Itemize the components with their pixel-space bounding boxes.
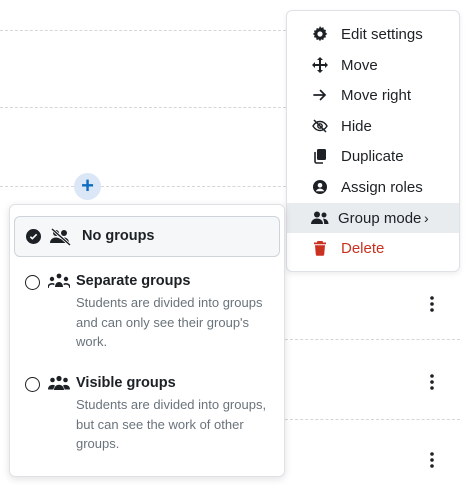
section-divider	[0, 107, 286, 108]
option-title: Visible groups	[76, 375, 176, 391]
add-activity-button[interactable]: +	[74, 173, 101, 200]
menu-item-label: Delete	[341, 239, 385, 257]
menu-item-label: Edit settings	[341, 25, 423, 43]
section-divider	[0, 30, 286, 31]
section-divider	[285, 339, 460, 340]
trash-icon	[311, 239, 329, 257]
menu-item-duplicate[interactable]: Duplicate	[287, 141, 459, 171]
menu-item-hide[interactable]: Hide	[287, 111, 459, 141]
kebab-menu-icon[interactable]	[422, 372, 442, 392]
menu-item-assign-roles[interactable]: Assign roles	[287, 172, 459, 202]
option-title: No groups	[82, 228, 155, 244]
radio-checked-icon	[26, 229, 41, 244]
menu-item-group-mode[interactable]: Group mode ›	[287, 203, 459, 233]
menu-item-label: Duplicate	[341, 147, 404, 165]
radio-icon	[25, 275, 40, 290]
arrow-right-icon	[311, 86, 329, 104]
eye-slash-icon	[311, 117, 329, 135]
menu-item-label: Move	[341, 56, 378, 74]
menu-item-delete[interactable]: Delete	[287, 233, 459, 263]
group-mode-option-no-groups[interactable]: No groups	[14, 216, 280, 257]
menu-item-edit-settings[interactable]: Edit settings	[287, 19, 459, 49]
menu-item-move-right[interactable]: Move right	[287, 80, 459, 110]
action-menu: Edit settings Move Move right Hide Dupli…	[286, 10, 460, 272]
radio-icon	[25, 377, 40, 392]
option-description: Students are divided into groups, but ca…	[76, 397, 267, 451]
menu-item-move[interactable]: Move	[287, 50, 459, 80]
menu-item-label: Move right	[341, 86, 412, 104]
users-icon	[311, 209, 329, 227]
move-icon	[311, 56, 329, 74]
group-mode-option-separate-groups[interactable]: Separate groups Students are divided int…	[14, 267, 280, 357]
menu-item-label: Assign roles	[341, 178, 423, 196]
user-circle-icon	[311, 178, 329, 196]
no-groups-icon	[50, 228, 71, 246]
chevron-right-icon: ›	[424, 210, 429, 226]
section-divider	[0, 186, 74, 187]
section-divider	[101, 186, 286, 187]
kebab-menu-icon[interactable]	[422, 450, 442, 470]
menu-item-label: Hide	[341, 117, 372, 135]
separate-groups-icon	[48, 273, 70, 289]
kebab-menu-icon[interactable]	[422, 294, 442, 314]
section-divider	[285, 419, 460, 420]
visible-groups-icon	[48, 375, 70, 390]
group-mode-option-visible-groups[interactable]: Visible groups Students are divided into…	[14, 369, 280, 459]
gear-icon	[311, 25, 329, 43]
option-description: Students are divided into groups and can…	[76, 295, 263, 349]
copy-icon	[311, 147, 329, 165]
menu-item-label: Group mode	[338, 209, 422, 227]
group-mode-menu: No groups Separate groups Students are d…	[9, 204, 285, 477]
option-title: Separate groups	[76, 273, 191, 289]
plus-icon: +	[81, 172, 94, 198]
